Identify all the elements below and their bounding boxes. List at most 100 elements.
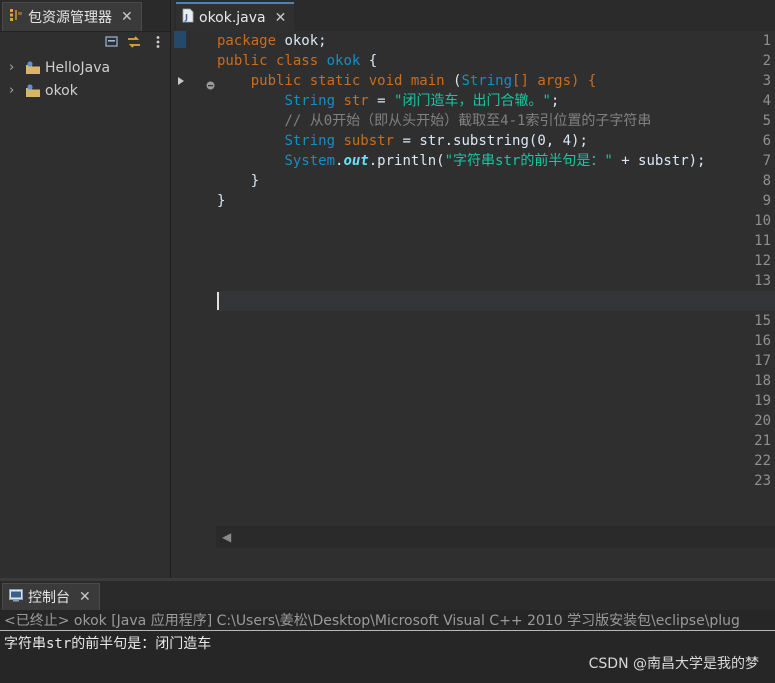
console-output[interactable]: 字符串str的前半句是：闭门造车 xyxy=(4,633,211,653)
view-menu-icon[interactable] xyxy=(150,34,166,50)
keyword: public xyxy=(217,53,268,69)
line-number: 11 xyxy=(754,233,771,249)
overview-marker xyxy=(174,31,186,48)
console-icon xyxy=(9,588,23,606)
type-name: String xyxy=(461,73,513,89)
console-view: 控制台 ✕ <已终止> okok [Java 应用程序] C:\Users\姜松… xyxy=(0,578,775,683)
chevron-right-icon[interactable]: › xyxy=(9,60,21,75)
output-text: 的前半句是：闭门造车 xyxy=(71,636,212,652)
tab-console[interactable]: 控制台 ✕ xyxy=(2,583,100,610)
horizontal-scrollbar[interactable]: ◀ xyxy=(216,526,775,548)
line-number: 20 xyxy=(754,413,771,429)
code-line-8: } xyxy=(217,173,260,189)
code-text: .println( xyxy=(368,153,445,169)
console-tab-label: 控制台 xyxy=(28,590,70,606)
code-text: okok; xyxy=(276,33,327,49)
line-number: 21 xyxy=(754,433,771,449)
line-number: 6 xyxy=(762,133,771,149)
scroll-left-icon[interactable]: ◀ xyxy=(222,530,231,544)
line-number: 19 xyxy=(754,393,771,409)
type-name: String xyxy=(284,93,336,109)
line-number: 15 xyxy=(754,313,771,329)
chevron-right-icon[interactable]: › xyxy=(9,83,21,98)
line-number: 7 xyxy=(762,153,771,169)
code-line-6: String substr = str.substring(0, 4); xyxy=(217,131,587,151)
variable-name: str xyxy=(335,93,369,109)
explorer-tab-label: 包资源管理器 xyxy=(28,10,112,26)
current-line-highlight xyxy=(217,291,775,311)
watermark: CSDN @南昌大学是我的梦 xyxy=(588,656,759,672)
keyword: package xyxy=(217,33,277,49)
editor-view: J okok.java ✕ 12345678910111213141516171… xyxy=(174,0,775,578)
line-number: 1 xyxy=(762,33,771,49)
output-text: 字符串 xyxy=(4,636,46,652)
line-number: 12 xyxy=(754,253,771,269)
line-number: 3 xyxy=(762,73,771,89)
java-file-icon: J xyxy=(182,8,194,27)
code-text: { xyxy=(360,53,378,69)
editor-tab-label: okok.java xyxy=(199,9,266,26)
tree-item-label: okok xyxy=(45,82,78,99)
line-number: 23 xyxy=(754,473,771,489)
explorer-tabbar: 包资源管理器 ✕ xyxy=(0,0,170,32)
explorer-toolbar xyxy=(0,32,170,54)
override-marker-icon xyxy=(176,72,186,91)
keyword: class xyxy=(267,53,327,69)
code-text: ; xyxy=(550,93,560,109)
close-icon[interactable]: ✕ xyxy=(79,590,91,604)
code-line-9: } xyxy=(217,193,226,209)
string-literal: "字符串str的前半句是：" xyxy=(444,153,613,169)
line-number: 8 xyxy=(762,173,771,189)
line-number-gutter xyxy=(174,31,215,546)
line-number: 17 xyxy=(754,353,771,369)
comment: // 从0开始（即从头开始）截取至4-1索引位置的子字符串 xyxy=(284,113,652,129)
line-number: 2 xyxy=(762,53,771,69)
tree-item-hellojava[interactable]: › HelloJava xyxy=(0,56,170,79)
close-icon[interactable]: ✕ xyxy=(275,11,287,25)
tree-item-okok[interactable]: › okok xyxy=(0,79,170,102)
text-caret xyxy=(217,292,219,310)
string-literal: "闭门造车，出门合辙。" xyxy=(394,93,551,109)
code-line-7: System.out.println("字符串str的前半句是：" + subs… xyxy=(217,151,705,171)
line-number: 10 xyxy=(754,213,771,229)
static-field: out xyxy=(343,153,369,169)
java-project-icon xyxy=(25,83,41,98)
line-number: 16 xyxy=(754,333,771,349)
tree-item-label: HelloJava xyxy=(45,59,111,76)
fold-collapse-icon[interactable] xyxy=(206,75,215,94)
keyword: public static void xyxy=(250,73,403,89)
tab-okok-java[interactable]: J okok.java ✕ xyxy=(176,2,295,31)
tab-package-explorer[interactable]: 包资源管理器 ✕ xyxy=(2,2,142,31)
code-text: + substr); xyxy=(612,153,706,169)
code-text: = xyxy=(368,93,395,109)
close-icon[interactable]: ✕ xyxy=(121,10,133,24)
code-text: [] args) { xyxy=(512,73,597,89)
class-name: System xyxy=(284,153,336,169)
java-project-icon xyxy=(25,60,41,75)
collapse-all-icon[interactable] xyxy=(104,34,120,50)
code-line-5: // 从0开始（即从头开始）截取至4-1索引位置的子字符串 xyxy=(217,111,651,131)
package-explorer-icon xyxy=(9,8,23,26)
code-line-3: public static void main (String[] args) … xyxy=(217,71,597,91)
code-line-2: public class okok { xyxy=(217,51,377,71)
package-explorer-view: 包资源管理器 ✕ › HelloJava › okok xyxy=(0,0,171,578)
console-tabbar: 控制台 ✕ xyxy=(0,581,775,610)
link-with-editor-icon[interactable] xyxy=(126,34,142,50)
console-status: <已终止> okok [Java 应用程序] C:\Users\姜松\Deskt… xyxy=(0,611,775,631)
project-tree: › HelloJava › okok xyxy=(0,54,170,102)
type-name: String xyxy=(284,133,336,149)
code-line-1: package okok; xyxy=(217,31,327,51)
class-name: okok xyxy=(326,53,361,69)
line-number: 22 xyxy=(754,453,771,469)
line-number: 13 xyxy=(754,273,771,289)
output-text: str xyxy=(46,636,72,652)
variable-name: substr xyxy=(335,133,395,149)
editor-tabbar: J okok.java ✕ xyxy=(174,0,775,31)
code-editor[interactable]: 1234567891011121314151617181920212223 pa… xyxy=(174,31,775,548)
line-number: 9 xyxy=(762,193,771,209)
